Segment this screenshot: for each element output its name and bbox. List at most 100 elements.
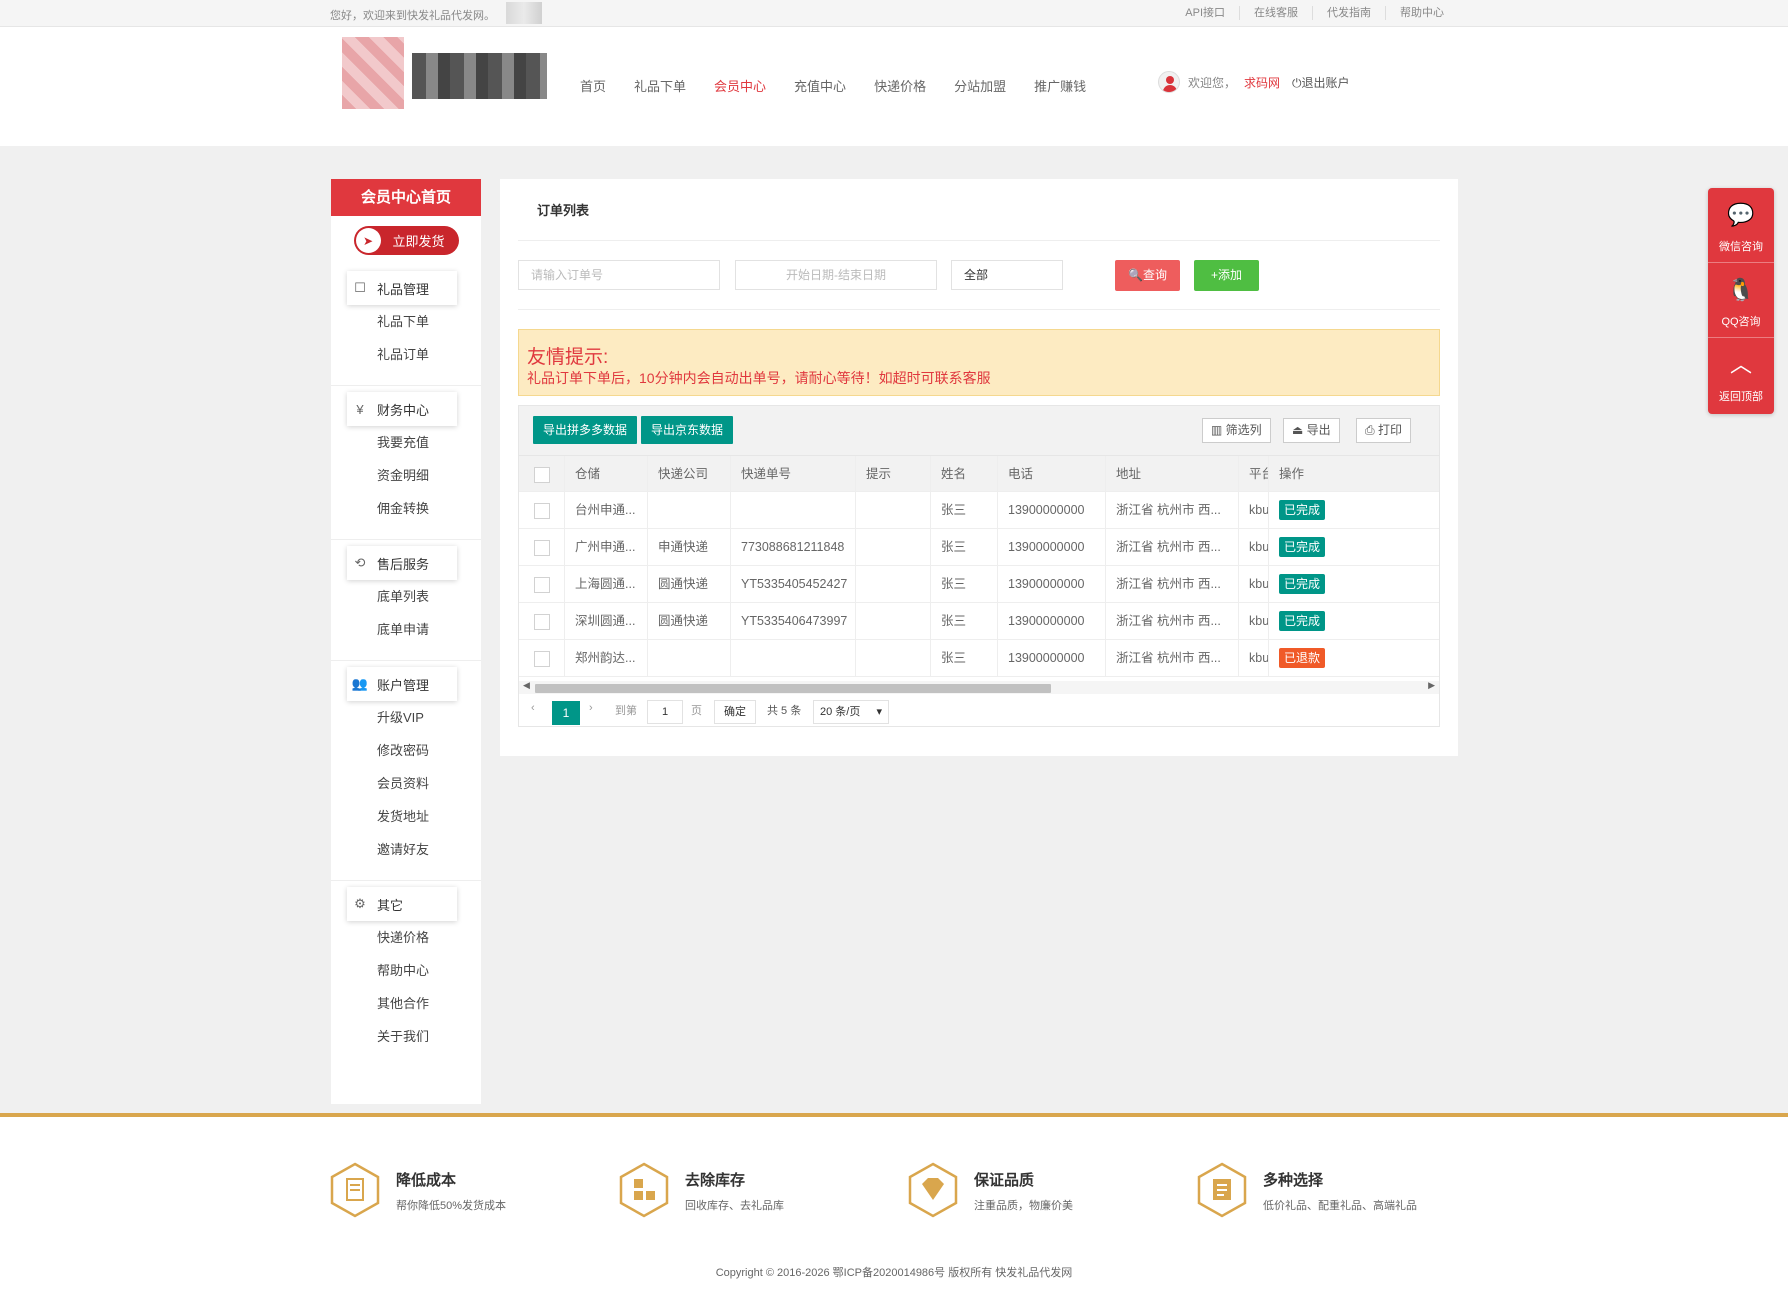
sidebar-group-title[interactable]: ⚙ 其它	[347, 887, 457, 921]
col-phone[interactable]: 电话	[998, 456, 1106, 491]
col-warehouse[interactable]: 仓储	[565, 456, 648, 491]
nav-recharge[interactable]: 充值中心	[794, 76, 846, 95]
ship-now-button[interactable]: ➤ 立即发货	[353, 226, 459, 255]
cell-address: 浙江省 杭州市 西...	[1106, 492, 1239, 528]
sidebar-item-address[interactable]: 发货地址	[331, 800, 481, 833]
sidebar-item-receipt-apply[interactable]: 底单申请	[331, 613, 481, 646]
sidebar-item-gift-orders[interactable]: 礼品订单	[331, 338, 481, 371]
nav-gift-order[interactable]: 礼品下单	[634, 76, 686, 95]
print-button[interactable]: ⎙ 打印	[1356, 418, 1411, 443]
logout-link[interactable]: ⏻退出账户	[1292, 74, 1350, 91]
scroll-left-icon[interactable]: ◀	[523, 680, 530, 691]
add-button[interactable]: +添加	[1194, 260, 1259, 291]
nav-promote[interactable]: 推广赚钱	[1034, 76, 1086, 95]
sidebar-item-help[interactable]: 帮助中心	[331, 954, 481, 987]
site-logo[interactable]	[342, 37, 547, 109]
row-checkbox-cell	[519, 529, 565, 565]
nav-member-center[interactable]: 会员中心	[714, 76, 766, 95]
sidebar-item-commission[interactable]: 佣金转换	[331, 492, 481, 525]
col-address[interactable]: 地址	[1106, 456, 1239, 491]
username-link[interactable]: 求码网	[1244, 74, 1280, 91]
sidebar-item-invite[interactable]: 邀请好友	[331, 833, 481, 866]
sidebar-group-title[interactable]: ⟲ 售后服务	[347, 546, 457, 580]
order-number-input[interactable]: 请输入订单号	[518, 260, 720, 290]
confirm-page-button[interactable]: 确定	[714, 700, 756, 724]
date-range-input[interactable]: 开始日期-结束日期	[735, 260, 937, 290]
row-checkbox[interactable]	[534, 651, 550, 667]
status-select[interactable]: 全部	[951, 260, 1063, 290]
filter-columns-button[interactable]: ▥ 筛选列	[1202, 418, 1271, 443]
sidebar-group-title[interactable]: ¥ 财务中心	[347, 392, 457, 426]
top-link-api[interactable]: API接口	[1171, 6, 1240, 20]
sidebar-item-funds[interactable]: 资金明细	[331, 459, 481, 492]
sidebar-item-gift-order[interactable]: 礼品下单	[331, 305, 481, 338]
row-checkbox[interactable]	[534, 614, 550, 630]
col-platform[interactable]: 平台	[1239, 456, 1269, 491]
row-checkbox[interactable]	[534, 503, 550, 519]
nav-home[interactable]: 首页	[580, 76, 606, 95]
top-link-service[interactable]: 在线客服	[1240, 6, 1313, 20]
table-row[interactable]: 广州申通... 申通快递 773088681211848 张三 13900000000 浙…	[519, 529, 1439, 566]
prev-page-icon[interactable]: ‹	[531, 702, 535, 714]
status-badge[interactable]: 已完成	[1279, 500, 1326, 520]
row-checkbox[interactable]	[534, 577, 550, 593]
col-action[interactable]: 操作	[1269, 456, 1439, 491]
sidebar-group-title[interactable]: ☐ 礼品管理	[347, 271, 457, 305]
select-all-checkbox[interactable]	[534, 467, 550, 483]
row-checkbox[interactable]	[534, 540, 550, 556]
export-button[interactable]: ⏏ 导出	[1283, 418, 1340, 443]
order-table: 导出拼多多数据 导出京东数据 ▥ 筛选列 ⏏ 导出 ⎙ 打印 仓储 快递公司 快…	[518, 405, 1440, 727]
next-page-icon[interactable]: ›	[589, 702, 593, 714]
scrollbar-thumb[interactable]	[535, 684, 1051, 693]
current-page[interactable]: 1	[552, 701, 580, 725]
status-badge[interactable]: 已完成	[1279, 537, 1326, 557]
site-footer: 降低成本 帮你降低50%发货成本 去除库存 回收库存、去礼品库 保证品质 注重品…	[0, 1117, 1788, 1306]
status-badge[interactable]: 已完成	[1279, 574, 1326, 594]
sidebar-item-profile[interactable]: 会员资料	[331, 767, 481, 800]
col-name[interactable]: 姓名	[931, 456, 998, 491]
table-row[interactable]: 台州申通... 张三 13900000000 浙江省 杭州市 西... kbu 已完成	[519, 492, 1439, 529]
status-badge[interactable]: 已完成	[1279, 611, 1326, 631]
sidebar-header[interactable]: 会员中心首页	[331, 179, 481, 216]
user-avatar-icon[interactable]	[1158, 71, 1180, 93]
table-row[interactable]: 上海圆通... 圆通快递 YT5335405452427 张三 13900000000 浙…	[519, 566, 1439, 603]
cell-tip	[856, 529, 931, 565]
group-title-label: 账户管理	[377, 677, 430, 693]
status-badge[interactable]: 已退款	[1279, 648, 1326, 668]
wechat-consult-button[interactable]: 💬 微信咨询	[1708, 188, 1774, 263]
cell-address: 浙江省 杭州市 西...	[1106, 640, 1239, 676]
cell-tracking: YT5335406473997	[731, 603, 856, 639]
cell-action: 已完成	[1269, 603, 1439, 639]
sidebar-item-about[interactable]: 关于我们	[331, 1020, 481, 1053]
page-number-input[interactable]: 1	[647, 700, 683, 724]
sidebar-item-cooperation[interactable]: 其他合作	[331, 987, 481, 1020]
table-row[interactable]: 深圳圆通... 圆通快递 YT5335406473997 张三 13900000000 浙…	[519, 603, 1439, 640]
sidebar-item-password[interactable]: 修改密码	[331, 734, 481, 767]
sidebar-group-title[interactable]: 👥 账户管理	[347, 667, 457, 701]
sidebar-item-recharge[interactable]: 我要充值	[331, 426, 481, 459]
back-to-top-button[interactable]: ︿ 返回顶部	[1708, 338, 1774, 413]
nav-express-price[interactable]: 快递价格	[874, 76, 926, 95]
site-header: 首页 礼品下单 会员中心 充值中心 快递价格 分站加盟 推广赚钱 欢迎您， 求码…	[0, 27, 1788, 146]
export-pdd-button[interactable]: 导出拼多多数据	[533, 416, 638, 444]
query-button[interactable]: 🔍查询	[1115, 260, 1180, 291]
col-courier[interactable]: 快递公司	[648, 456, 731, 491]
cell-courier: 圆通快递	[648, 566, 731, 602]
nav-franchise[interactable]: 分站加盟	[954, 76, 1006, 95]
sidebar-item-vip[interactable]: 升级VIP	[331, 701, 481, 734]
col-tracking[interactable]: 快递单号	[731, 456, 856, 491]
qq-consult-button[interactable]: 🐧 QQ咨询	[1708, 263, 1774, 338]
sidebar-item-receipt-list[interactable]: 底单列表	[331, 580, 481, 613]
sidebar-item-express-price[interactable]: 快递价格	[331, 921, 481, 954]
horizontal-scrollbar[interactable]: ◀ ▶	[519, 680, 1439, 694]
gear-icon: ⚙	[354, 896, 366, 911]
table-row[interactable]: 郑州韵达... 张三 13900000000 浙江省 杭州市 西... kbu 已退款	[519, 640, 1439, 677]
export-jd-button[interactable]: 导出京东数据	[641, 416, 734, 444]
col-tip[interactable]: 提示	[856, 456, 931, 491]
cell-tip	[856, 492, 931, 528]
top-link-guide[interactable]: 代发指南	[1313, 6, 1386, 20]
page-size-select[interactable]: 20 条/页 ▾	[813, 700, 889, 724]
scroll-right-icon[interactable]: ▶	[1428, 680, 1435, 691]
export-label: 导出	[1306, 423, 1331, 437]
top-link-help[interactable]: 帮助中心	[1386, 6, 1458, 20]
